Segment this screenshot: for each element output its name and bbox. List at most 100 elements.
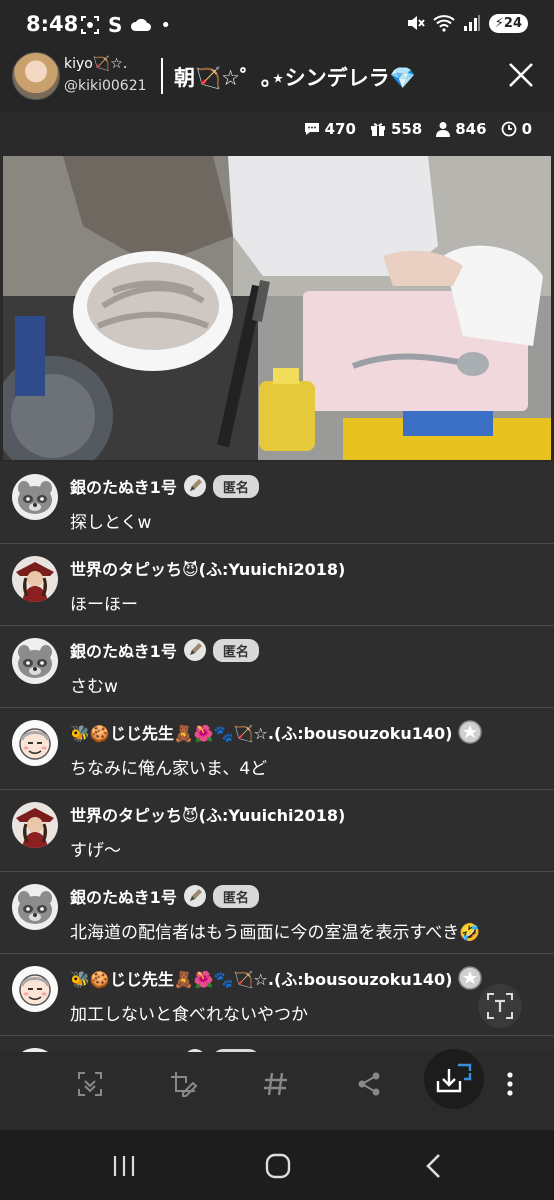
elapsed-time-value: 0 bbox=[521, 120, 532, 138]
comment-item[interactable]: 世界のタピッち😈(ふ:Yuuichi2018) ほーほー bbox=[0, 544, 554, 626]
comment-item[interactable]: 世界のタピッち😈(ふ:Yuuichi2018) すげ〜 bbox=[0, 790, 554, 872]
commenter-avatar[interactable] bbox=[12, 966, 58, 1012]
commenter-name[interactable]: 🐝🍪じじ先生🧸🌺🐾🏹☆.(ふ:bousouzoku140) bbox=[70, 966, 452, 990]
back-button[interactable] bbox=[414, 1148, 454, 1184]
screenshot-icon bbox=[81, 16, 99, 34]
pirate-avatar-icon bbox=[12, 556, 58, 602]
recent-apps-button[interactable] bbox=[104, 1148, 144, 1184]
anonymous-badge: 匿名 bbox=[212, 884, 259, 908]
silver-badge-icon bbox=[458, 966, 483, 990]
grandpa-avatar-icon bbox=[12, 720, 58, 766]
comment-item[interactable]: 銀のたぬき1号 匿名北海道の配信者はもう画面に今の室温を表示すべき🤣 bbox=[0, 872, 554, 954]
download-icon bbox=[436, 1063, 472, 1093]
more-options-button[interactable] bbox=[492, 1066, 528, 1102]
tanuki-avatar-icon bbox=[12, 638, 58, 684]
streamer-avatar[interactable] bbox=[12, 52, 60, 100]
more-vertical-icon bbox=[507, 1072, 513, 1096]
grandpa-avatar-icon bbox=[12, 966, 58, 1012]
status-right-icons: ⚡24 bbox=[405, 13, 528, 33]
comment-item[interactable]: 銀のたぬき1号匿名 bbox=[0, 1036, 554, 1052]
comment-header: 🐝🍪じじ先生🧸🌺🐾🏹☆.(ふ:bousouzoku140) bbox=[70, 720, 483, 744]
scroll-capture-button[interactable] bbox=[72, 1066, 108, 1102]
scroll-capture-icon bbox=[78, 1072, 102, 1096]
tanuki-avatar-icon bbox=[12, 474, 58, 520]
back-icon bbox=[426, 1154, 440, 1178]
header-divider bbox=[161, 58, 163, 94]
comment-count-value: 470 bbox=[324, 120, 356, 138]
commenter-avatar[interactable] bbox=[12, 556, 58, 602]
commenter-name[interactable]: 世界のタピッち😈(ふ:Yuuichi2018) bbox=[70, 802, 345, 826]
crop-edit-icon bbox=[171, 1072, 198, 1097]
streamer-handle[interactable]: @kiki00621 bbox=[64, 78, 147, 94]
wifi-icon bbox=[433, 15, 455, 32]
status-time: 8:48 bbox=[26, 12, 79, 36]
comment-item[interactable]: 銀のたぬき1号 匿名探しとくw bbox=[0, 462, 554, 544]
comment-item[interactable]: 銀のたぬき1号 匿名さむw bbox=[0, 626, 554, 708]
mute-icon bbox=[407, 16, 425, 30]
status-left-icons: S • bbox=[80, 13, 171, 37]
share-button[interactable] bbox=[351, 1066, 387, 1102]
tag-button[interactable] bbox=[258, 1066, 294, 1102]
pencil-badge-icon bbox=[183, 639, 206, 661]
video-frame bbox=[3, 156, 551, 460]
person-icon bbox=[436, 122, 451, 137]
comment-header: 銀のたぬき1号 匿名 bbox=[70, 474, 259, 498]
comment-item[interactable]: 🐝🍪じじ先生🧸🌺🐾🏹☆.(ふ:bousouzoku140) 加工しないと食べれない… bbox=[0, 954, 554, 1036]
s-app-icon: S bbox=[108, 13, 123, 37]
status-bar: 8:48 S • ⚡24 bbox=[0, 0, 554, 50]
gift-count-value: 558 bbox=[390, 120, 423, 138]
signal-icon bbox=[463, 15, 480, 31]
commenter-name[interactable]: 銀のたぬき1号 bbox=[70, 638, 177, 662]
save-button[interactable] bbox=[424, 1049, 484, 1109]
close-icon[interactable] bbox=[506, 60, 536, 90]
commenter-avatar[interactable] bbox=[12, 802, 58, 848]
commenter-name[interactable]: 銀のたぬき1号 bbox=[70, 474, 177, 498]
comment-header: 銀のたぬき1号 匿名 bbox=[70, 884, 259, 908]
commenter-avatar[interactable] bbox=[12, 884, 58, 930]
commenter-name[interactable]: 銀のたぬき1号 bbox=[70, 884, 177, 908]
battery-level: 24 bbox=[503, 15, 522, 31]
comment-count: 470 bbox=[304, 120, 356, 138]
comment-text: ほーほー bbox=[70, 595, 138, 615]
commenter-avatar[interactable] bbox=[12, 720, 58, 766]
comment-text: ちなみに俺ん家いま、4ど bbox=[70, 759, 268, 779]
elapsed-time: 0 bbox=[501, 120, 532, 138]
gift-count: 558 bbox=[370, 120, 422, 138]
home-button[interactable] bbox=[258, 1148, 298, 1184]
battery-indicator: ⚡24 bbox=[488, 13, 528, 33]
pencil-badge-icon bbox=[183, 475, 206, 497]
live-video[interactable] bbox=[3, 156, 551, 460]
text-recognition-icon bbox=[487, 993, 513, 1019]
silver-badge-icon bbox=[458, 720, 483, 744]
commenter-name[interactable]: 世界のタピッち😈(ふ:Yuuichi2018) bbox=[70, 556, 345, 580]
hashtag-icon bbox=[264, 1072, 287, 1096]
chat-bubble-icon bbox=[304, 123, 319, 135]
system-nav-bar bbox=[0, 1130, 554, 1200]
anonymous-badge: 匿名 bbox=[212, 638, 259, 662]
comment-header: 銀のたぬき1号 匿名 bbox=[70, 638, 259, 662]
commenter-name[interactable]: 🐝🍪じじ先生🧸🌺🐾🏹☆.(ふ:bousouzoku140) bbox=[70, 720, 452, 744]
translate-button[interactable] bbox=[478, 984, 522, 1028]
comment-text: 探しとくw bbox=[70, 513, 152, 533]
commenter-avatar[interactable] bbox=[12, 638, 58, 684]
clock-icon bbox=[501, 121, 516, 137]
draw-button[interactable] bbox=[165, 1066, 201, 1102]
viewer-count: 846 bbox=[436, 120, 487, 138]
stream-header: kiyo🏹☆. @kiki00621 朝🏹☆゜｡⋆シンデレラ💎 bbox=[0, 50, 554, 112]
comment-header: 世界のタピッち😈(ふ:Yuuichi2018) bbox=[70, 556, 345, 580]
room-title: 朝🏹☆゜｡⋆シンデレラ💎 bbox=[174, 66, 416, 90]
comment-list[interactable]: 銀のたぬき1号 匿名 探しとくw 世界のタピッち😈(ふ:Yuuichi2018) ほーほ… bbox=[0, 462, 554, 1052]
anonymous-badge: 匿名 bbox=[212, 474, 259, 498]
share-icon bbox=[358, 1072, 380, 1096]
bottom-toolbar bbox=[0, 1049, 554, 1130]
comment-text: 北海道の配信者はもう画面に今の室温を表示すべき🤣 bbox=[70, 923, 481, 943]
comment-header: 世界のタピッち😈(ふ:Yuuichi2018) bbox=[70, 802, 345, 826]
comment-text: さむw bbox=[70, 677, 118, 697]
streamer-name[interactable]: kiyo🏹☆. bbox=[64, 56, 127, 72]
viewer-count-value: 846 bbox=[455, 120, 487, 138]
comment-text: 加工しないと食べれないやつか bbox=[70, 1005, 308, 1025]
comment-item[interactable]: 🐝🍪じじ先生🧸🌺🐾🏹☆.(ふ:bousouzoku140) ちなみに俺ん家いま、4… bbox=[0, 708, 554, 790]
commenter-avatar[interactable] bbox=[12, 474, 58, 520]
comment-text: すげ〜 bbox=[70, 841, 121, 861]
pencil-badge-icon bbox=[183, 885, 206, 907]
